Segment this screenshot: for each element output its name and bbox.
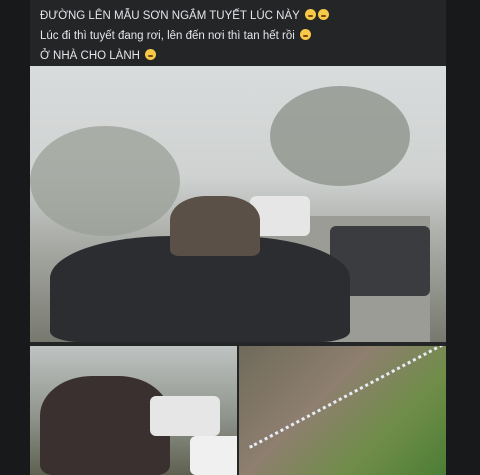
bottom-right-photo[interactable] bbox=[239, 346, 446, 475]
caption-line-3: Ở NHÀ CHO LÀNH bbox=[40, 46, 329, 66]
caption-text-1: ĐƯỜNG LÊN MẪU SƠN NGẮM TUYẾT LÚC NÀY bbox=[40, 10, 300, 22]
bottom-left-photo[interactable] bbox=[30, 346, 237, 475]
white-car-2 bbox=[190, 436, 237, 475]
people-group bbox=[170, 196, 260, 256]
right-panel bbox=[446, 0, 480, 475]
caption-text-3: Ở NHÀ CHO LÀNH bbox=[40, 50, 140, 62]
grinning-emoji-icon bbox=[300, 29, 312, 40]
laughing-emoji-icon bbox=[304, 9, 316, 20]
post-caption: ĐƯỜNG LÊN MẪU SƠN NGẮM TUYẾT LÚC NÀY Lúc… bbox=[40, 6, 329, 66]
caption-text-2: Lúc đi thì tuyết đang rơi, lên đến nơi t… bbox=[40, 30, 295, 42]
post-card: ĐƯỜNG LÊN MẪU SƠN NGẮM TUYẾT LÚC NÀY Lúc… bbox=[30, 0, 446, 475]
caption-line-2: Lúc đi thì tuyết đang rơi, lên đến nơi t… bbox=[40, 26, 329, 46]
foggy-trees-left bbox=[30, 126, 180, 236]
left-panel bbox=[0, 0, 30, 475]
foggy-tree-right bbox=[270, 86, 410, 186]
white-suv bbox=[150, 396, 220, 436]
laughing-emoji-icon bbox=[317, 9, 329, 20]
winding-crowd-line bbox=[249, 346, 446, 449]
main-photo[interactable] bbox=[30, 66, 446, 342]
caption-line-1: ĐƯỜNG LÊN MẪU SƠN NGẮM TUYẾT LÚC NÀY bbox=[40, 6, 329, 26]
flushed-emoji-icon bbox=[145, 49, 157, 60]
